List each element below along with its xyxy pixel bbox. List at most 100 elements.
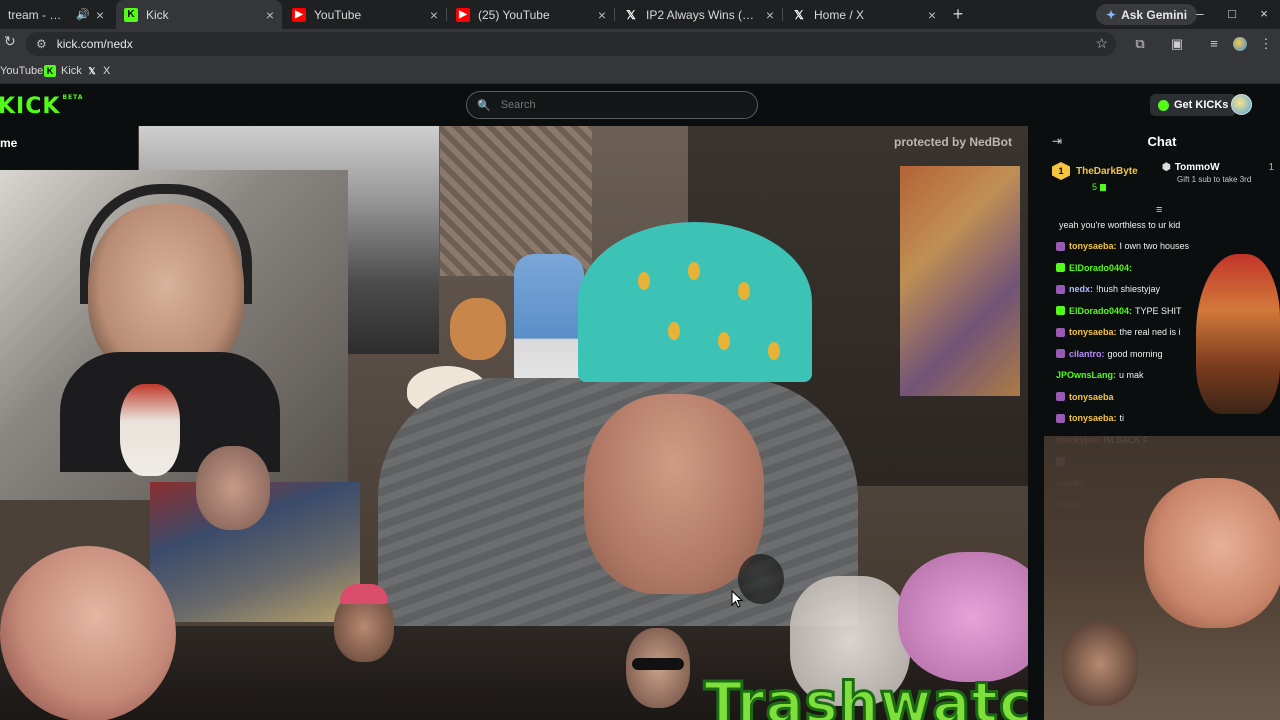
maximize-window-icon[interactable]: □ [1222, 5, 1242, 23]
media-controls-icon[interactable]: ≡ [1206, 36, 1222, 52]
chat-text: ti [1119, 413, 1125, 424]
chat-message: yeah you're worthless to ur kid [1056, 214, 1280, 236]
chat-text: I own two houses [1119, 241, 1190, 252]
bookmarks-bar: YouTube K Kick 𝕏 X [0, 58, 1280, 84]
chat-text: good morning [1107, 348, 1163, 359]
close-tab-icon[interactable]: × [598, 7, 606, 23]
bookmark-star-icon[interactable]: ☆ [1095, 35, 1108, 52]
close-tab-icon[interactable]: × [430, 7, 438, 23]
bookmark-x[interactable]: 𝕏 X [86, 63, 110, 79]
chat-badge-icon [1056, 413, 1065, 423]
tab-title: IP2 Always Wins (@Ip2AlwaysW [646, 7, 760, 22]
rooster-overlay [1196, 254, 1280, 414]
video-player[interactable]: protected by NedBot Trashwatch [0, 126, 1028, 720]
ask-gemini-label: Ask Gemini [1121, 7, 1188, 22]
x-favicon-icon: 𝕏 [88, 65, 96, 76]
kick-logo-text: KICK [0, 94, 61, 119]
overlay-face-cap [334, 584, 394, 662]
address-bar[interactable]: ⚙ kick.com/nedx ☆ [26, 32, 1116, 56]
close-tab-icon[interactable]: × [928, 7, 936, 23]
nav-home[interactable]: me [0, 136, 17, 150]
browser-menu-icon[interactable]: ⋮ [1258, 36, 1274, 52]
chat-username[interactable]: nedx: [1069, 284, 1093, 294]
leaderboard-second[interactable]: ⬢ TommoW 1 Gift 1 sub to take 3rd [1162, 162, 1274, 184]
gift-leaderboard: 1 TheDarkByte 5 ⬢ TommoW 1 Gift 1 sub to … [1052, 162, 1274, 202]
side-panel-icon[interactable]: ▣ [1169, 36, 1185, 52]
chat-username[interactable]: tonysaeba: [1069, 241, 1117, 251]
chat-username[interactable]: ElDorado0404: [1069, 263, 1132, 273]
youtube-favicon-icon: ▶ [456, 7, 470, 22]
chat-username[interactable]: tonysaeba: [1069, 327, 1117, 337]
stream-watermark: protected by NedBot [894, 135, 1013, 149]
chat-username[interactable]: tonysaeba [1069, 392, 1114, 402]
ask-gemini-button[interactable]: ✦ Ask Gemini [1096, 4, 1198, 25]
reload-icon[interactable]: ↻ [4, 33, 16, 50]
chat-title: Chat [1147, 134, 1177, 149]
bookmark-youtube[interactable]: YouTube [0, 63, 43, 79]
bookmark-label: X [103, 65, 111, 77]
get-kicks-label: Get KICKs [1174, 99, 1229, 111]
chat-username[interactable]: tonysaeba: [1069, 413, 1117, 423]
leader-gift-count-2: 1 [1268, 162, 1274, 173]
tab-title: Kick [146, 7, 169, 22]
water-cooler [514, 254, 584, 394]
leader-gift-count: 5 [1092, 182, 1107, 192]
silver-badge-icon: ⬢ [1162, 162, 1171, 173]
chat-badge-icon [1056, 327, 1065, 337]
overlay-face-bald [0, 546, 176, 720]
kick-favicon-icon: K [124, 7, 138, 22]
profile-avatar[interactable] [1233, 37, 1247, 51]
pineapple-bucket-hat [578, 222, 812, 382]
search-input[interactable] [498, 98, 739, 112]
browser-tab[interactable]: ▶ YouTube × [284, 0, 446, 29]
close-tab-icon[interactable]: × [266, 7, 274, 23]
leader-username-2: TommoW [1174, 162, 1220, 173]
rooster-sticker [120, 384, 180, 476]
tab-title: (25) YouTube [478, 7, 550, 22]
plush-bear [450, 298, 506, 360]
new-tab-button[interactable]: + [948, 4, 968, 24]
speaker-icon[interactable]: 🔊 [76, 8, 90, 21]
left-nav: me [0, 126, 138, 170]
search-bar[interactable]: 🔍 [466, 91, 758, 119]
browser-tab[interactable]: tream - Watch Live o 🔊 × [0, 0, 112, 29]
browser-tab-active[interactable]: K Kick × [116, 0, 282, 29]
smiling-man-overlay [1144, 478, 1280, 628]
kick-favicon-icon: K [44, 65, 56, 77]
leader-username: TheDarkByte [1076, 165, 1138, 177]
get-kicks-button[interactable]: Get KICKs [1150, 94, 1237, 116]
browser-tab[interactable]: ▶ (25) YouTube × [448, 0, 614, 29]
tattoo-mark [738, 554, 784, 604]
url-text[interactable]: kick.com/nedx [57, 37, 133, 51]
leaderboard-first[interactable]: 1 TheDarkByte [1052, 162, 1138, 180]
close-tab-icon[interactable]: × [766, 7, 774, 23]
youtube-favicon-icon: ▶ [292, 7, 306, 22]
beta-badge: BETA [62, 94, 84, 101]
chat-text: yeah you're worthless to ur kid [1059, 219, 1181, 230]
bookmark-label: Kick [61, 65, 82, 77]
close-window-icon[interactable]: × [1254, 5, 1274, 23]
browser-tab[interactable]: 𝕏 Home / X × [784, 0, 944, 29]
chat-panel: ⇥ Chat 1 TheDarkByte 5 ⬢ TommoW 1 Gift 1 … [1044, 126, 1280, 720]
gemini-sparkle-icon: ✦ [1106, 7, 1117, 22]
pink-bag [898, 552, 1028, 682]
chat-username[interactable]: cilantro: [1069, 349, 1105, 359]
close-tab-icon[interactable]: × [96, 7, 104, 23]
kick-header: KICKBETA 🔍 Get KICKs [0, 84, 1280, 126]
tab-separator [614, 8, 615, 21]
tab-title: YouTube [314, 7, 362, 22]
chat-username[interactable]: JPOwnsLang: [1056, 370, 1116, 380]
bookmark-label: YouTube [0, 65, 44, 77]
bookmark-kick[interactable]: K Kick [44, 63, 82, 79]
kick-logo[interactable]: KICK BETA [0, 94, 83, 119]
user-avatar[interactable] [1231, 94, 1252, 115]
minimize-window-icon[interactable]: – [1190, 5, 1210, 23]
chat-badge-icon [1056, 284, 1065, 294]
site-info-icon[interactable]: ⚙ [36, 37, 47, 51]
search-icon: 🔍 [477, 99, 491, 112]
browser-tab[interactable]: 𝕏 IP2 Always Wins (@Ip2AlwaysW × [616, 0, 782, 29]
gift-sub-prompt[interactable]: Gift 1 sub to take 3rd [1162, 175, 1274, 184]
chat-username[interactable]: ElDorado0404: [1069, 306, 1132, 316]
streamer-face [584, 394, 764, 594]
extensions-icon[interactable]: ⧉ [1132, 36, 1148, 52]
